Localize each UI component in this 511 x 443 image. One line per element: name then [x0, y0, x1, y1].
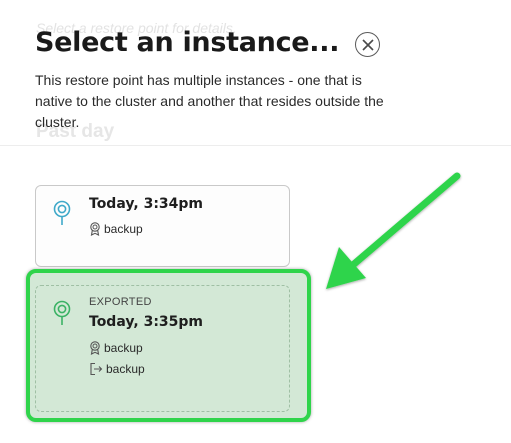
export-tag: backup	[89, 362, 145, 376]
dialog-title: Select an instance...	[35, 27, 340, 58]
dialog-description: This restore point has multiple instance…	[35, 72, 384, 130]
instance-time: Today, 3:34pm	[89, 196, 204, 212]
export-icon	[90, 362, 103, 376]
close-icon	[361, 38, 374, 51]
location-pin-icon	[53, 200, 71, 225]
policy-tag: backup	[89, 222, 143, 236]
policy-tag-label: backup	[104, 341, 143, 355]
instance-card-exported[interactable]: EXPORTED Today, 3:35pm backup backup	[35, 285, 290, 412]
export-tag-label: backup	[106, 362, 145, 376]
policy-tag: backup	[89, 341, 143, 355]
instance-card-native[interactable]: Today, 3:34pm backup	[35, 185, 290, 267]
policy-tag-label: backup	[104, 222, 143, 236]
divider	[0, 145, 511, 146]
policy-badge-icon	[90, 222, 100, 236]
policy-badge-icon	[90, 341, 100, 355]
close-button[interactable]	[355, 32, 380, 57]
exported-label: EXPORTED	[89, 296, 152, 308]
instance-time: Today, 3:35pm	[89, 314, 204, 330]
location-pin-icon	[53, 300, 71, 325]
